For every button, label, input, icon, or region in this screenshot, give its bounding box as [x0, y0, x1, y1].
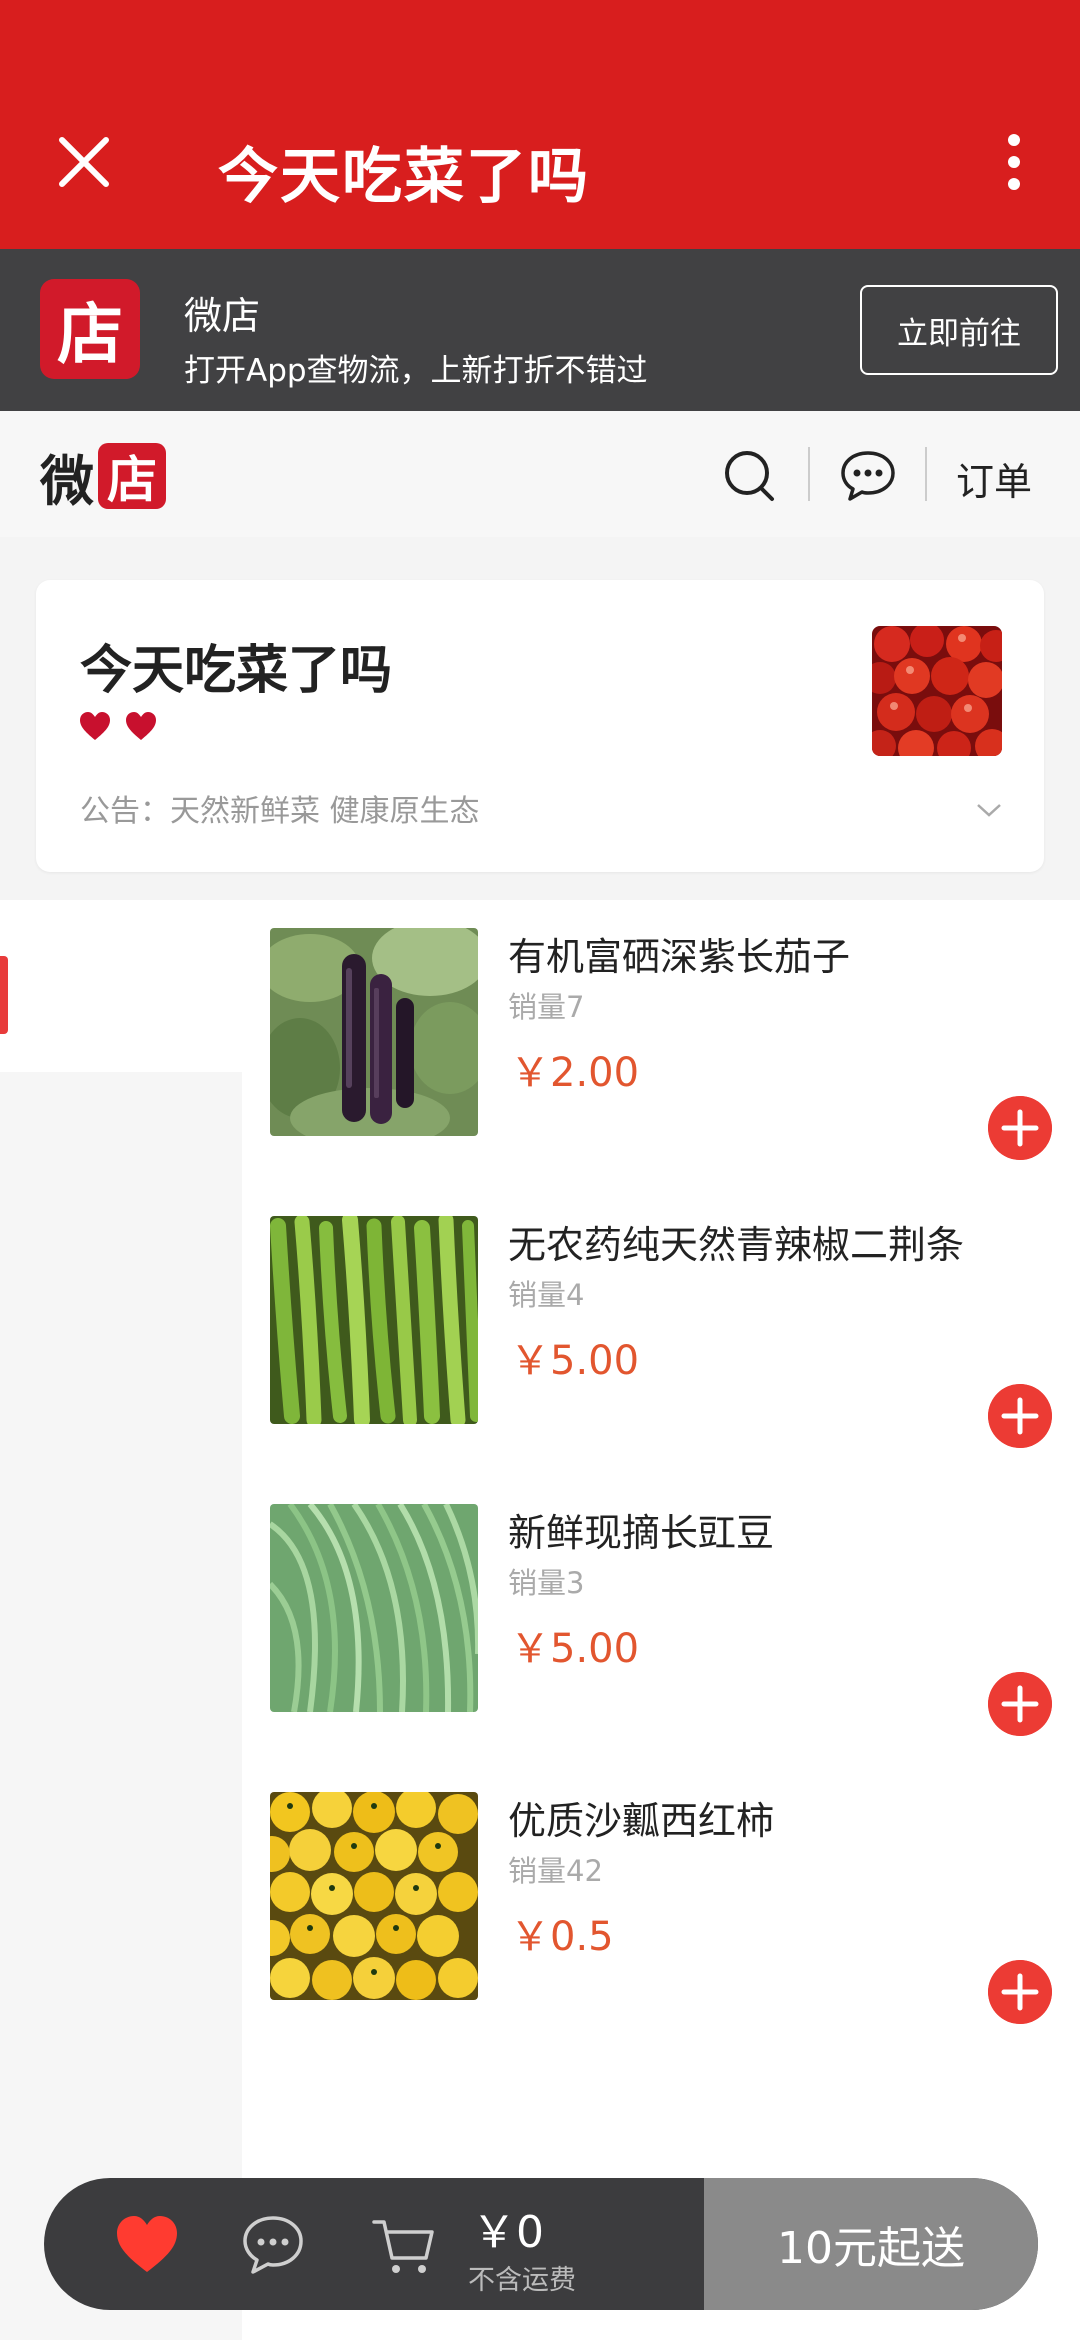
heart-icon [80, 712, 110, 740]
product-item[interactable]: 新鲜现摘长豇豆 销量3 ￥5.00 [242, 1476, 1080, 1764]
product-title[interactable]: 优质沙瓤西红柿 [508, 1790, 774, 1845]
shipping-note: 不含运费 [468, 2265, 576, 2296]
product-title[interactable]: 新鲜现摘长豇豆 [508, 1502, 774, 1557]
long-beans-image[interactable] [270, 1504, 478, 1712]
green-pepper-image[interactable] [270, 1216, 478, 1424]
orders-link[interactable]: 订单 [956, 451, 1032, 506]
heart-icon [126, 712, 156, 740]
product-list: 有机富硒深紫长茄子 销量7 ￥2.00 无农药纯天然青辣椒二荆条 销量4 ￥5.… [242, 900, 1080, 2340]
product-title[interactable]: 有机富硒深紫长茄子 [508, 926, 850, 981]
product-item[interactable]: 优质沙瓤西红柿 销量42 ￥0.5 [242, 1764, 1080, 2052]
product-sales: 销量4 [508, 1278, 585, 1312]
add-to-cart-button[interactable] [988, 1096, 1052, 1160]
add-to-cart-button[interactable] [988, 1960, 1052, 2024]
weidian-logo[interactable]: 微 店 [40, 441, 166, 513]
message-icon[interactable] [838, 445, 898, 505]
app-download-banner: 店 微店 打开App查物流，上新打折不错过 立即前往 [0, 249, 1080, 411]
product-title[interactable]: 无农药纯天然青辣椒二荆条 [508, 1214, 964, 1269]
cart-bar: ￥0 不含运费 10元起送 [44, 2178, 1038, 2310]
shop-notice: 公告：天然新鲜菜 健康原生态 [80, 794, 480, 829]
brand-badge: 店 [98, 443, 166, 509]
shop-avatar-tomatoes [872, 626, 1002, 756]
active-indicator [0, 956, 8, 1034]
chevron-down-icon[interactable] [974, 800, 1004, 820]
brand-text: 微 [40, 449, 94, 513]
add-to-cart-button[interactable] [988, 1672, 1052, 1736]
shopping-cart-icon[interactable] [370, 2214, 436, 2280]
favorite-heart-icon[interactable] [114, 2212, 180, 2278]
shop-name: 今天吃菜了吗 [80, 641, 393, 701]
banner-app-name: 微店 [184, 294, 261, 338]
search-icon[interactable] [720, 445, 780, 505]
product-price: ￥2.00 [510, 1050, 640, 1096]
checkout-button[interactable]: 10元起送 [704, 2178, 1038, 2310]
product-sales: 销量3 [508, 1566, 585, 1600]
category-item-active[interactable] [0, 900, 242, 1072]
product-price: ￥0.5 [510, 1914, 614, 1960]
shop-info-card: 今天吃菜了吗 公告：天然新鲜菜 健康原生态 [36, 580, 1044, 872]
product-price: ￥5.00 [510, 1626, 640, 1672]
page-title: 今天吃菜了吗 [218, 142, 590, 212]
shop-nav-bar: 微 店 订单 [0, 411, 1080, 537]
divider [808, 447, 810, 501]
category-sidebar [0, 900, 242, 2340]
product-sales: 销量7 [508, 990, 585, 1024]
yellow-tomatoes-image[interactable] [270, 1792, 478, 2000]
divider [925, 447, 927, 501]
open-app-button[interactable]: 立即前往 [860, 285, 1058, 375]
weidian-app-logo: 店 [40, 279, 140, 379]
banner-tagline: 打开App查物流，上新打折不错过 [184, 353, 648, 389]
title-bar: 今天吃菜了吗 [0, 0, 1080, 249]
product-price: ￥5.00 [510, 1338, 640, 1384]
close-icon[interactable] [52, 130, 116, 194]
product-sales: 销量42 [508, 1854, 603, 1888]
product-item[interactable]: 有机富硒深紫长茄子 销量7 ￥2.00 [242, 900, 1080, 1188]
shop-rating [78, 710, 158, 742]
message-icon[interactable] [240, 2212, 306, 2278]
cart-total: ￥0 [472, 2207, 544, 2258]
eggplant-image[interactable] [270, 928, 478, 1136]
product-item[interactable]: 无农药纯天然青辣椒二荆条 销量4 ￥5.00 [242, 1188, 1080, 1476]
more-options-icon[interactable] [994, 130, 1034, 194]
add-to-cart-button[interactable] [988, 1384, 1052, 1448]
